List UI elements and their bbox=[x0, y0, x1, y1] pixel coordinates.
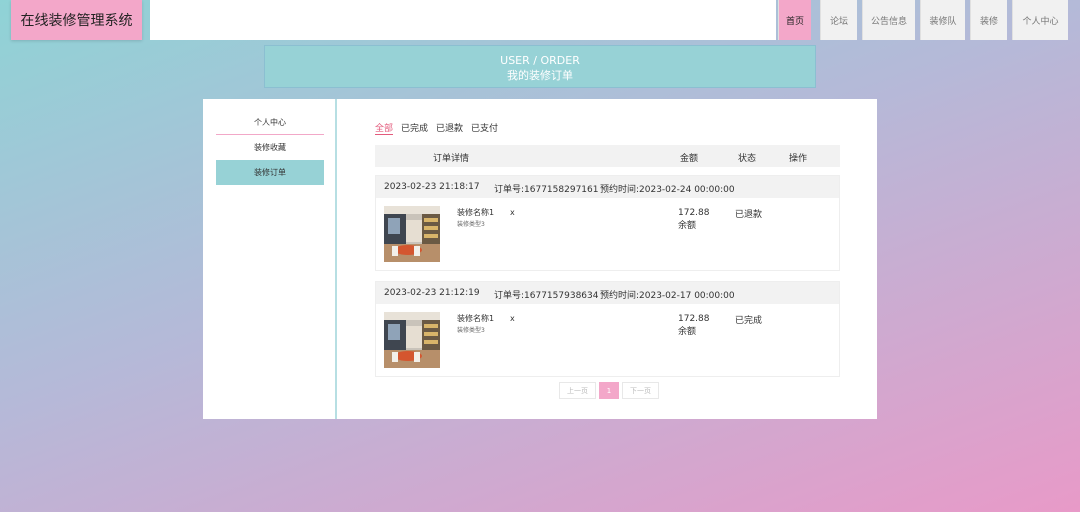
order-quantity: x bbox=[510, 314, 515, 323]
content-card: 个人中心 装修收藏 装修订单 全部 已完成 已退款 已支付 订单详情 金额 状态… bbox=[203, 99, 877, 419]
order-number: 订单号:1677158297161 bbox=[494, 185, 599, 195]
tab-paid[interactable]: 已支付 bbox=[471, 121, 498, 135]
nav-user-center[interactable]: 个人中心 bbox=[1012, 0, 1068, 40]
tab-completed[interactable]: 已完成 bbox=[401, 121, 428, 135]
renovation-thumbnail[interactable] bbox=[384, 206, 440, 262]
order-created-time: 2023-02-23 21:18:17 bbox=[384, 182, 480, 192]
next-page-button[interactable]: 下一页 bbox=[622, 382, 659, 399]
header-status: 状态 bbox=[738, 154, 757, 164]
order-item: 2023-02-23 21:12:19 订单号:1677157938634 预约… bbox=[375, 281, 840, 377]
tab-refunded[interactable]: 已退款 bbox=[436, 121, 463, 135]
orders-table-header: 订单详情 金额 状态 操作 bbox=[375, 145, 840, 167]
header-action: 操作 bbox=[789, 154, 808, 164]
sidebar-heading: 个人中心 bbox=[216, 113, 324, 135]
nav-home[interactable]: 首页 bbox=[778, 0, 811, 40]
order-appointment: 预约时间:2023-02-24 00:00:00 bbox=[600, 185, 735, 195]
renovation-thumbnail[interactable] bbox=[384, 312, 440, 368]
renovation-name[interactable]: 装修名称1 bbox=[457, 313, 494, 324]
payment-method: 余额 bbox=[678, 327, 697, 337]
nav-notices[interactable]: 公告信息 bbox=[862, 0, 915, 40]
order-item: 2023-02-23 21:18:17 订单号:1677158297161 预约… bbox=[375, 175, 840, 271]
order-amount-block: 172.88 余额 bbox=[678, 207, 710, 233]
pagination: 上一页 1 下一页 bbox=[559, 382, 659, 399]
order-number: 订单号:1677157938634 bbox=[494, 291, 599, 301]
nav-forum[interactable]: 论坛 bbox=[820, 0, 857, 40]
sidebar: 个人中心 装修收藏 装修订单 bbox=[203, 99, 337, 419]
tab-all[interactable]: 全部 bbox=[375, 121, 394, 135]
app-title: 在线装修管理系统 bbox=[11, 0, 142, 40]
order-filter-tabs: 全部 已完成 已退款 已支付 bbox=[375, 121, 498, 135]
order-status: 已退款 bbox=[735, 210, 763, 220]
page-1-button[interactable]: 1 bbox=[599, 382, 619, 399]
renovation-type: 装修类型3 bbox=[457, 327, 485, 334]
order-amount-block: 172.88 余额 bbox=[678, 313, 710, 339]
top-navigation-bar: 在线装修管理系统 首页 论坛 公告信息 装修队 装修 个人中心 bbox=[0, 0, 1080, 40]
top-bar-spacer bbox=[150, 0, 776, 40]
order-status: 已完成 bbox=[735, 316, 763, 326]
page-banner: USER / ORDER 我的装修订单 bbox=[264, 45, 816, 88]
order-amount: 172.88 bbox=[678, 208, 710, 218]
prev-page-button[interactable]: 上一页 bbox=[559, 382, 596, 399]
renovation-type: 装修类型3 bbox=[457, 221, 485, 228]
sidebar-item-favorites[interactable]: 装修收藏 bbox=[216, 135, 324, 160]
order-header: 2023-02-23 21:12:19 订单号:1677157938634 预约… bbox=[376, 282, 839, 304]
order-amount: 172.88 bbox=[678, 314, 710, 324]
banner-subtitle-en: USER / ORDER bbox=[500, 54, 580, 67]
order-created-time: 2023-02-23 21:12:19 bbox=[384, 288, 480, 298]
header-amount: 金额 bbox=[680, 154, 699, 164]
order-header: 2023-02-23 21:18:17 订单号:1677158297161 预约… bbox=[376, 176, 839, 198]
nav-renovation[interactable]: 装修 bbox=[970, 0, 1007, 40]
order-quantity: x bbox=[510, 208, 515, 217]
sidebar-item-orders[interactable]: 装修订单 bbox=[216, 160, 324, 185]
renovation-name[interactable]: 装修名称1 bbox=[457, 207, 494, 218]
banner-title: 我的装修订单 bbox=[507, 69, 573, 82]
orders-panel: 全部 已完成 已退款 已支付 订单详情 金额 状态 操作 2023-02-23 … bbox=[375, 99, 841, 419]
header-order-detail: 订单详情 bbox=[433, 154, 470, 164]
nav-renovation-teams[interactable]: 装修队 bbox=[920, 0, 965, 40]
order-appointment: 预约时间:2023-02-17 00:00:00 bbox=[600, 291, 735, 301]
payment-method: 余额 bbox=[678, 221, 697, 231]
